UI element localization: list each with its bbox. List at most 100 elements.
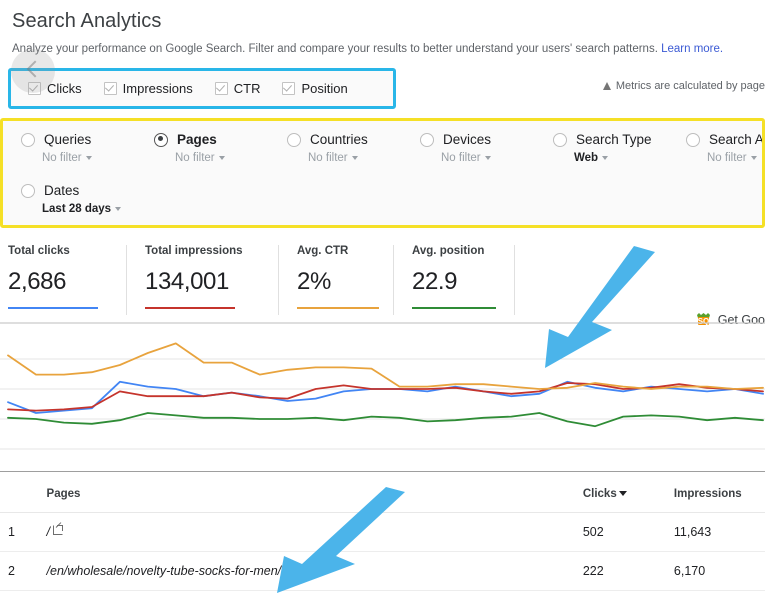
- row-clicks: 222: [582, 551, 674, 591]
- dimension-dates-header[interactable]: Dates: [21, 183, 154, 198]
- summary-card-total-clicks: Total clicks 2,686: [8, 245, 127, 315]
- radio-icon[interactable]: [21, 132, 35, 147]
- table-row[interactable]: 2 /en/wholesale/novelty-tube-socks-for-m…: [0, 551, 765, 591]
- pages-table: Pages Clicks Impressions 1 / 502 11,643 …: [0, 472, 765, 591]
- dimension-search-type[interactable]: Search Type Web: [553, 132, 686, 164]
- metric-label: Clicks: [47, 81, 82, 96]
- row-impressions: 6,170: [673, 551, 765, 591]
- row-page-cell: /en/wholesale/novelty-tube-socks-for-men…: [46, 551, 583, 591]
- radio-icon[interactable]: [420, 132, 434, 147]
- summary-metrics: Total clicks 2,686 Total impressions 134…: [0, 245, 765, 327]
- dimension-label: Countries: [310, 132, 368, 147]
- row-index: 2: [0, 551, 47, 591]
- summary-value: 134,001: [145, 268, 229, 295]
- filter-value: Last 28 days: [42, 203, 112, 215]
- summary-value: 2%: [297, 268, 331, 295]
- page-subtitle: Analyze your performance on Google Searc…: [12, 43, 753, 55]
- metric-label: Impressions: [122, 81, 193, 96]
- table-header-row: Pages Clicks Impressions: [0, 472, 765, 513]
- dimension-devices-filter[interactable]: No filter: [441, 152, 553, 164]
- summary-accent-bar: [145, 306, 235, 309]
- metrics-bar-container: Clicks Impressions CTR Position Metrics …: [0, 68, 765, 111]
- dimension-search-appearance-header[interactable]: Search A: [686, 132, 764, 147]
- dimension-search-type-filter[interactable]: Web: [574, 152, 686, 164]
- dimension-search-type-header[interactable]: Search Type: [553, 132, 686, 147]
- dimension-label: Search A: [709, 132, 764, 147]
- filter-value: No filter: [42, 152, 82, 164]
- dimension-countries[interactable]: Countries No filter: [287, 132, 420, 164]
- summary-card-total-impressions: Total impressions 134,001: [145, 245, 279, 315]
- chevron-down-icon: [85, 155, 92, 160]
- dimension-label: Search Type: [576, 132, 652, 147]
- dimension-label: Queries: [44, 132, 92, 147]
- metric-label: CTR: [233, 81, 261, 96]
- external-link-icon[interactable]: [284, 564, 295, 574]
- performance-chart: [0, 321, 765, 461]
- chart-series-line: [7, 382, 764, 412]
- radio-icon[interactable]: [154, 132, 168, 147]
- dimension-search-appearance-filter[interactable]: No filter: [707, 152, 762, 164]
- radio-icon[interactable]: [21, 183, 35, 198]
- column-header-clicks[interactable]: Clicks: [582, 472, 674, 513]
- metric-checkbox-position[interactable]: Position: [282, 81, 348, 96]
- row-clicks: 502: [582, 512, 674, 552]
- chevron-down-icon: [218, 155, 225, 160]
- checkmark-icon: [214, 82, 228, 95]
- metric-label: Position: [301, 81, 348, 96]
- metric-checkbox-ctr[interactable]: CTR: [214, 81, 261, 96]
- page-title: Search Analytics: [12, 10, 162, 32]
- radio-icon[interactable]: [553, 132, 567, 147]
- chevron-down-icon: [115, 206, 122, 211]
- page-url-link[interactable]: /en/wholesale/novelty-tube-socks-for-men…: [47, 564, 282, 578]
- metric-checkbox-impressions[interactable]: Impressions: [103, 81, 193, 96]
- radio-icon[interactable]: [287, 132, 301, 147]
- dimension-devices[interactable]: Devices No filter: [420, 132, 553, 164]
- chart-series-line: [7, 412, 764, 428]
- filter-value: No filter: [308, 152, 348, 164]
- dimension-filter-panel: Queries No filter Pages No filter Countr…: [0, 118, 765, 228]
- sort-descending-icon: [618, 491, 627, 496]
- page-header: Search Analytics Analyze your performanc…: [0, 0, 765, 55]
- dimension-dates-filter[interactable]: Last 28 days: [42, 203, 154, 215]
- learn-more-link[interactable]: Learn more.: [661, 43, 723, 55]
- dimension-countries-filter[interactable]: No filter: [308, 152, 420, 164]
- table-body: 1 / 502 11,643 2 /en/wholesale/novelty-t…: [0, 512, 765, 591]
- dimension-pages[interactable]: Pages No filter: [154, 132, 287, 164]
- dimension-row-dates: Dates Last 28 days: [21, 183, 762, 215]
- column-header-index: [0, 472, 47, 513]
- external-link-icon[interactable]: [53, 525, 64, 535]
- row-index: 1: [0, 512, 47, 552]
- dimension-search-appearance[interactable]: Search A No filter: [686, 132, 764, 164]
- metrics-note-text: Metrics are calculated by page: [615, 80, 765, 92]
- dimension-queries-header[interactable]: Queries: [21, 132, 154, 147]
- dimension-queries[interactable]: Queries No filter: [21, 132, 154, 164]
- column-header-impressions[interactable]: Impressions: [673, 472, 765, 513]
- dimension-pages-filter[interactable]: No filter: [175, 152, 287, 164]
- dimension-label: Devices: [443, 132, 492, 147]
- dimension-row-primary: Queries No filter Pages No filter Countr…: [21, 132, 762, 164]
- chevron-down-icon: [750, 155, 757, 160]
- back-navigation-orb[interactable]: [11, 49, 55, 93]
- chevron-down-icon: [484, 155, 491, 160]
- chart-series-line: [7, 380, 764, 414]
- summary-value: 22.9: [412, 268, 458, 295]
- page-subtitle-text: Analyze your performance on Google Searc…: [12, 43, 658, 55]
- filter-value: No filter: [707, 152, 747, 164]
- page-url-link[interactable]: /: [47, 525, 50, 539]
- row-impressions: 11,643: [673, 512, 765, 552]
- column-header-pages[interactable]: Pages: [46, 472, 583, 513]
- radio-icon[interactable]: [686, 132, 700, 147]
- dimension-dates[interactable]: Dates Last 28 days: [21, 183, 154, 215]
- dimension-devices-header[interactable]: Devices: [420, 132, 553, 147]
- checkmark-icon: [282, 82, 296, 95]
- dimension-label: Dates: [44, 183, 80, 198]
- summary-card-avg-position: Avg. position 22.9: [412, 245, 515, 315]
- dimension-queries-filter[interactable]: No filter: [42, 152, 154, 164]
- dimension-countries-header[interactable]: Countries: [287, 132, 420, 147]
- warning-icon: [602, 82, 611, 90]
- table-row[interactable]: 1 / 502 11,643: [0, 512, 765, 552]
- dimension-pages-header[interactable]: Pages: [154, 132, 287, 147]
- filter-value: No filter: [175, 152, 215, 164]
- summary-title: Avg. position: [412, 245, 485, 257]
- dimension-label: Pages: [177, 132, 217, 147]
